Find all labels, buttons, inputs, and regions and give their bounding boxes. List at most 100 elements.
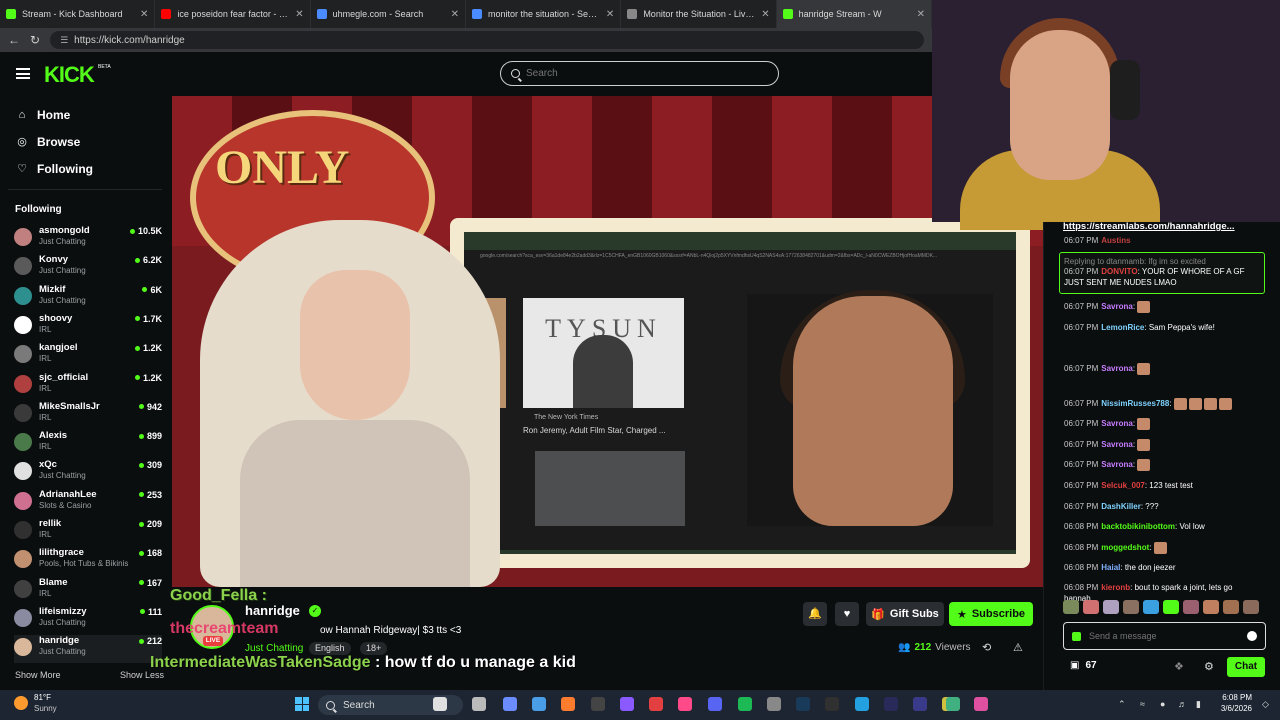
kick-logo[interactable]: KICK — [44, 62, 95, 88]
search-input[interactable] — [526, 68, 746, 79]
emote-icon[interactable] — [1163, 600, 1179, 614]
emote-icon[interactable] — [1063, 600, 1079, 614]
nav-following[interactable]: ♡ Following — [16, 162, 93, 176]
emote-icon[interactable] — [1243, 600, 1259, 614]
browser-tab[interactable]: Stream - Kick Dashboard ✕ — [0, 0, 156, 28]
chat-message[interactable]: 06:07 PM Savrona: — [1064, 418, 1260, 430]
nav-browse[interactable]: ◎ Browse — [16, 135, 80, 149]
sidebar-channel[interactable]: AdrianahLee Slots & Casino 253 — [14, 489, 162, 517]
microphone-icon[interactable]: ● — [1160, 699, 1165, 709]
sidebar-channel[interactable]: sjc_official IRL 1.2K — [14, 372, 162, 400]
sidebar-channel[interactable]: Alexis IRL 899 — [14, 430, 162, 458]
reload-icon[interactable]: ↻ — [30, 33, 40, 47]
volume-icon[interactable]: ♬ — [1178, 699, 1187, 709]
weather-condition[interactable]: Sunny — [34, 704, 57, 713]
share-icon[interactable]: ⟲ — [982, 641, 991, 654]
emote-icon[interactable] — [1203, 600, 1219, 614]
fx-icon[interactable] — [913, 697, 927, 711]
streamer-name[interactable]: hanridge — [245, 603, 300, 618]
report-icon[interactable]: ⚠ — [1013, 641, 1023, 654]
stream-category[interactable]: Just Chatting — [245, 643, 303, 654]
copilot-icon[interactable] — [503, 697, 517, 711]
emote-icon[interactable] — [1123, 600, 1139, 614]
browser-tab[interactable]: monitor the situation - Search ✕ — [466, 0, 622, 28]
sidebar-channel[interactable]: hanridge Just Chatting 212 — [14, 635, 162, 664]
sidebar-channel[interactable]: Mizkif Just Chatting 6K — [14, 284, 162, 312]
chat-username[interactable]: Savrona — [1101, 302, 1133, 311]
chat-message[interactable]: 06:07 PM Austins — [1064, 235, 1260, 246]
subscribe-button[interactable]: ★ Subscribe — [949, 602, 1033, 626]
sidebar-channel[interactable]: Blame IRL 167 — [14, 577, 162, 605]
search-box[interactable] — [500, 61, 779, 86]
app-icon-purple[interactable] — [620, 697, 634, 711]
chat-username[interactable]: Savrona — [1101, 364, 1133, 373]
chat-username[interactable]: moggedshot — [1101, 543, 1149, 552]
site-info-icon[interactable]: ☰ — [60, 35, 68, 46]
chat-message-input[interactable] — [1089, 631, 1239, 641]
tray-chevron-icon[interactable]: ⌃ — [1118, 699, 1126, 710]
sidebar-channel[interactable]: kangjoel IRL 1.2K — [14, 342, 162, 370]
hamburger-menu-icon[interactable] — [16, 68, 30, 79]
chat-message[interactable]: 06:07 PM Savrona: — [1064, 363, 1260, 375]
app-icon-green[interactable] — [946, 697, 960, 711]
sidebar-channel[interactable]: rellik IRL 209 — [14, 518, 162, 546]
chat-username[interactable]: Savrona — [1101, 440, 1133, 449]
browser-tab[interactable]: hanridge Stream - W ✕ — [776, 0, 932, 28]
chat-message[interactable]: 06:07 PM Selcuk_007: 123 test test — [1064, 480, 1260, 491]
follow-heart-icon[interactable]: ♥ — [835, 602, 859, 626]
notification-bell-icon-tray[interactable]: ◇ — [1262, 699, 1269, 710]
discord-icon[interactable] — [708, 697, 722, 711]
tab-close-icon[interactable]: ✕ — [451, 9, 459, 20]
browser-tab[interactable]: Monitor the Situation - Live Global ✕ — [621, 0, 777, 28]
firefox-icon[interactable] — [561, 697, 575, 711]
sidebar-channel[interactable]: asmongold Just Chatting 10.5K — [14, 225, 162, 253]
weather-temperature[interactable]: 81°F — [34, 693, 51, 702]
wifi-icon[interactable]: ≈ — [1140, 699, 1145, 709]
sidebar-channel[interactable]: lifeismizzy Just Chatting 111 — [14, 606, 162, 634]
gift-subs-button[interactable]: 🎁 Gift Subs — [866, 602, 944, 626]
chat-input-box[interactable] — [1063, 622, 1266, 650]
browser-tab[interactable]: ice poseidon fear factor - YouTube ✕ — [155, 0, 311, 28]
sidebar-channel[interactable]: shoovy IRL 1.7K — [14, 313, 162, 341]
epic-icon[interactable] — [825, 697, 839, 711]
chat-username[interactable]: Savrona — [1101, 460, 1133, 469]
chat-message[interactable]: 06:08 PM Haial: the don jeezer — [1064, 562, 1260, 573]
chat-message[interactable]: 06:07 PM Savrona: — [1064, 301, 1260, 313]
obs-icon[interactable] — [591, 697, 605, 711]
chat-message[interactable]: 06:07 PM DONVITO: YOUR OF WHORE OF A GF J… — [1064, 266, 1260, 288]
tab-close-icon[interactable]: ✕ — [917, 9, 925, 20]
steam-icon[interactable] — [796, 697, 810, 711]
chrome-icon[interactable] — [532, 697, 546, 711]
chat-username[interactable]: DONVITO — [1101, 267, 1137, 276]
emoji-picker-icon[interactable] — [1247, 631, 1257, 641]
chat-message[interactable]: 06:07 PM Savrona: — [1064, 459, 1260, 471]
show-more-button[interactable]: Show More — [15, 670, 61, 680]
weather-sun-icon[interactable] — [14, 696, 28, 710]
send-chat-button[interactable]: Chat — [1227, 657, 1265, 677]
tab-close-icon[interactable]: ✕ — [140, 9, 148, 20]
emote-icon[interactable] — [1083, 600, 1099, 614]
chat-message[interactable]: 06:07 PM Savrona: — [1064, 439, 1260, 451]
chat-message[interactable]: 06:08 PM backtobikinibottom: Vol low — [1064, 521, 1260, 532]
settings-app-icon[interactable] — [767, 697, 781, 711]
chat-username[interactable]: Austins — [1101, 236, 1130, 245]
windows-start-icon[interactable] — [295, 697, 309, 711]
chat-message[interactable]: 06:07 PM NissimRusses788: — [1064, 398, 1260, 410]
chat-message[interactable]: 06:07 PM LemonRice: Sam Peppa's wife! — [1064, 322, 1260, 333]
chat-settings-icon[interactable]: ⚙ — [1204, 660, 1214, 673]
clock-date[interactable]: 3/6/2026 — [1212, 704, 1252, 713]
app-icon-red[interactable] — [649, 697, 663, 711]
emote-icon[interactable] — [1103, 600, 1119, 614]
battery-icon[interactable]: ▮ — [1196, 699, 1201, 710]
tab-close-icon[interactable]: ✕ — [761, 9, 769, 20]
ibis-paint-icon[interactable] — [433, 697, 447, 711]
chat-username[interactable]: Selcuk_007 — [1101, 481, 1145, 490]
emote-icon[interactable] — [1183, 600, 1199, 614]
tab-close-icon[interactable]: ✕ — [606, 9, 614, 20]
spotify-icon[interactable] — [738, 697, 752, 711]
notification-bell-icon[interactable]: 🔔 — [803, 602, 827, 626]
chat-username[interactable]: LemonRice — [1101, 323, 1144, 332]
browser-tab[interactable]: uhmegle.com - Search ✕ — [311, 0, 466, 28]
chat-username[interactable]: kieronb — [1101, 583, 1130, 592]
sidebar-channel[interactable]: MikeSmallsJr IRL 942 — [14, 401, 162, 429]
